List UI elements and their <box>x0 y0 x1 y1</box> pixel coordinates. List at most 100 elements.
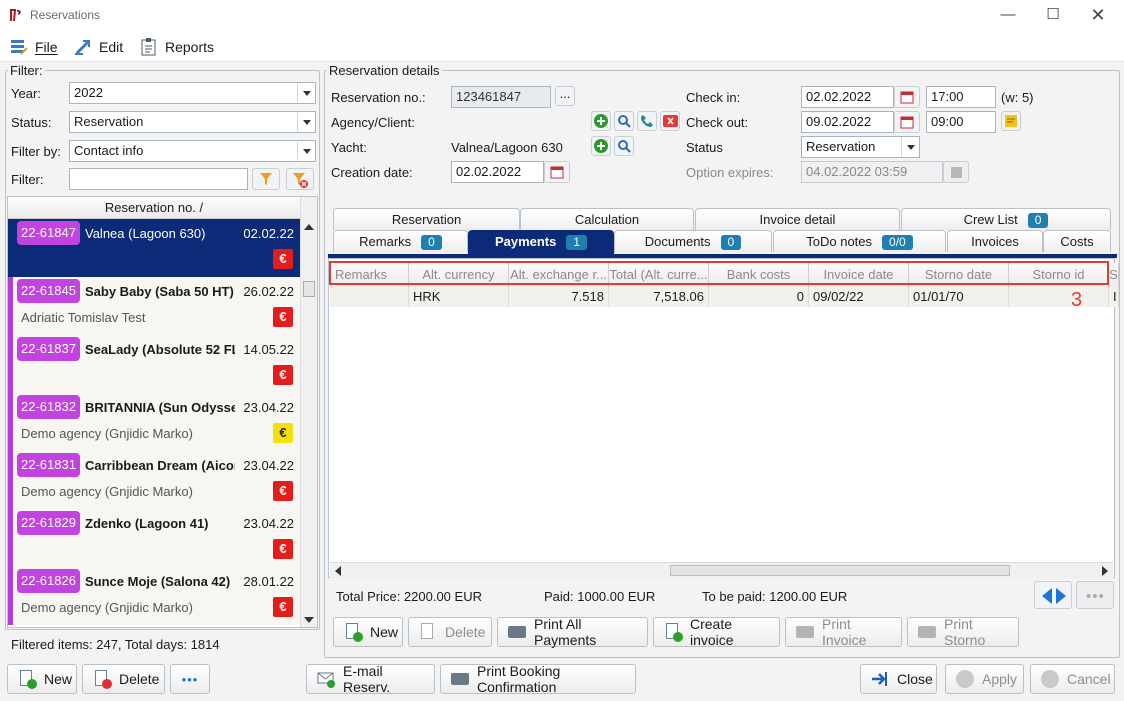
print-all-label: Print All Payments <box>534 616 597 648</box>
filter-input[interactable] <box>69 168 248 190</box>
tab-count-badge: 0/0 <box>882 235 913 250</box>
print-booking-button[interactable]: Print Booking Confirmation <box>440 663 636 695</box>
hscroll-thumb[interactable] <box>670 565 1010 576</box>
tab-invoice-detail[interactable]: Invoice detail <box>695 208 900 230</box>
tab-documents[interactable]: Documents 0 <box>614 230 772 252</box>
new-reservation-button[interactable]: New <box>7 664 77 694</box>
printer-icon <box>918 623 936 641</box>
to-be-paid: To be paid: 1200.00 EUR <box>702 589 848 604</box>
list-item[interactable]: 22-61831 Carribbean Dream (Aicon 6 23.04.2… <box>8 451 300 509</box>
apply-filter-button[interactable] <box>252 168 280 190</box>
apply-button: Apply <box>945 664 1024 694</box>
reservation-date: 14.05.22 <box>243 342 294 357</box>
grid-cell[interactable]: 7.518 <box>509 287 609 307</box>
checkout-date-picker[interactable] <box>894 111 920 133</box>
status-select[interactable]: Reservation <box>69 111 316 133</box>
tab-calculation[interactable]: Calculation <box>520 208 694 230</box>
reservation-date: 26.02.22 <box>243 284 294 299</box>
checkin-label: Check in: <box>686 90 741 105</box>
menu-edit[interactable]: Edit <box>74 36 123 58</box>
yacht-name: Sunce Moje (Salona 42) <box>85 574 231 589</box>
search-yacht-button[interactable] <box>614 136 634 156</box>
add-yacht-button[interactable] <box>591 136 611 156</box>
list-header-reservation-no[interactable]: Reservation no. / <box>8 197 300 219</box>
note-button[interactable] <box>1001 111 1021 131</box>
grid-cell[interactable]: 09/02/22 <box>809 287 909 307</box>
status-detail-select[interactable]: Reservation <box>801 136 920 158</box>
list-item[interactable]: 22-61847 Valnea (Lagoon 630) 02.02.22 € <box>8 219 300 277</box>
agency-name: Adriatic Tomislav Test <box>21 310 146 325</box>
yacht-name: Zdenko (Lagoon 41) <box>85 516 209 531</box>
tab-crew-list[interactable]: Crew List 0 <box>901 208 1111 230</box>
remove-client-button[interactable] <box>660 111 680 131</box>
grid-cell[interactable] <box>330 287 409 307</box>
chevron-down-icon <box>297 141 315 161</box>
creation-date-field[interactable]: 02.02.2022 <box>451 161 544 183</box>
add-client-button[interactable] <box>591 111 611 131</box>
tab-label: Invoice detail <box>759 212 836 227</box>
call-client-button[interactable] <box>637 111 657 131</box>
menu-file[interactable]: File <box>10 36 58 58</box>
tab-remarks[interactable]: Remarks 0 <box>333 230 468 252</box>
yacht-value: Valnea/Lagoon 630 <box>451 140 563 155</box>
checkin-date-field[interactable]: 02.02.2022 <box>801 86 894 108</box>
email-reservation-label: E-mail Reserv. <box>343 663 391 695</box>
minimize-icon[interactable]: — <box>997 4 1019 26</box>
cancel-icon <box>1041 670 1059 688</box>
filter-group-title: Filter: <box>8 63 45 78</box>
delete-reservation-button[interactable]: Delete <box>82 664 165 694</box>
maximize-icon[interactable]: ☐ <box>1042 4 1064 26</box>
close-window-icon[interactable]: ✕ <box>1087 4 1109 26</box>
checkin-time-field[interactable]: 17:00 <box>926 86 996 108</box>
tab-todo-notes[interactable]: ToDo notes 0/0 <box>773 230 946 252</box>
list-rows: 22-61847 Valnea (Lagoon 630) 02.02.22 €22-6… <box>8 219 300 627</box>
more-actions-button[interactable]: ••• <box>170 664 210 694</box>
resno-more-button[interactable]: ... <box>555 86 575 106</box>
list-item[interactable]: 22-61826 Sunce Moje (Salona 42) 28.01.22 De… <box>8 567 300 625</box>
scroll-left-icon[interactable] <box>335 566 341 576</box>
print-all-payments-button[interactable]: Print All Payments <box>497 616 648 648</box>
grid-cell[interactable]: 01/01/70 <box>909 287 1009 307</box>
list-item[interactable]: 22-61829 Zdenko (Lagoon 41) 23.04.22 € <box>8 509 300 567</box>
list-item[interactable]: 22-61832 BRITANNIA (Sun Odyssey 23.04.22 De… <box>8 393 300 451</box>
clear-filter-button[interactable] <box>286 168 314 190</box>
search-client-button[interactable] <box>614 111 634 131</box>
tab-invoices[interactable]: Invoices <box>947 230 1043 252</box>
year-select[interactable]: 2022 <box>69 82 316 104</box>
grid-cell[interactable]: I <box>1109 287 1119 307</box>
grid-cell[interactable]: HRK <box>409 287 509 307</box>
filterby-value: Contact info <box>74 143 144 158</box>
menu-reports[interactable]: Reports <box>140 36 214 58</box>
checkout-date-field[interactable]: 09.02.2022 <box>801 111 894 133</box>
tab-reservation[interactable]: Reservation <box>333 208 520 230</box>
tab-costs[interactable]: Costs <box>1043 230 1111 252</box>
navigate-button[interactable] <box>1034 581 1072 609</box>
checkout-time-field[interactable]: 09:00 <box>926 111 996 133</box>
email-reservation-button[interactable]: E-mail Reserv. <box>306 663 435 695</box>
grid-cell[interactable]: 7,518.06 <box>609 287 709 307</box>
list-item[interactable]: 22-61837 SeaLady (Absolute 52 FLY 14.05.22… <box>8 335 300 393</box>
grid-cell[interactable]: 0 <box>709 287 809 307</box>
calendar-icon <box>550 166 564 179</box>
grid-hscrollbar[interactable] <box>330 562 1113 578</box>
creation-date-picker[interactable] <box>544 161 570 183</box>
checkin-date-picker[interactable] <box>894 86 920 108</box>
resno-field[interactable]: 123461847 <box>451 86 551 108</box>
list-scrollbar[interactable] <box>300 197 317 627</box>
paid-amount: Paid: 1000.00 EUR <box>544 589 656 604</box>
list-item[interactable]: 22-61845 Saby Baby (Saba 50 HT) 26.02.22 Ad… <box>8 277 300 335</box>
scroll-right-icon[interactable] <box>1102 566 1108 576</box>
column-header[interactable]: S <box>1109 263 1119 287</box>
delete-payment-button: Delete <box>408 617 492 647</box>
print-storno-label: Print Storno <box>944 616 986 648</box>
new-payment-button[interactable]: New <box>333 617 403 647</box>
tab-payments[interactable]: Payments 1 <box>468 230 614 255</box>
scroll-down-icon[interactable] <box>304 617 314 623</box>
scroll-up-icon[interactable] <box>304 224 314 230</box>
tab-label: Crew List <box>963 212 1018 227</box>
scroll-thumb[interactable] <box>303 281 315 297</box>
close-button[interactable]: Close <box>860 664 937 694</box>
create-invoice-button[interactable]: Create invoice <box>653 616 780 648</box>
grid-cell[interactable] <box>1009 287 1109 307</box>
filterby-select[interactable]: Contact info <box>69 140 316 162</box>
